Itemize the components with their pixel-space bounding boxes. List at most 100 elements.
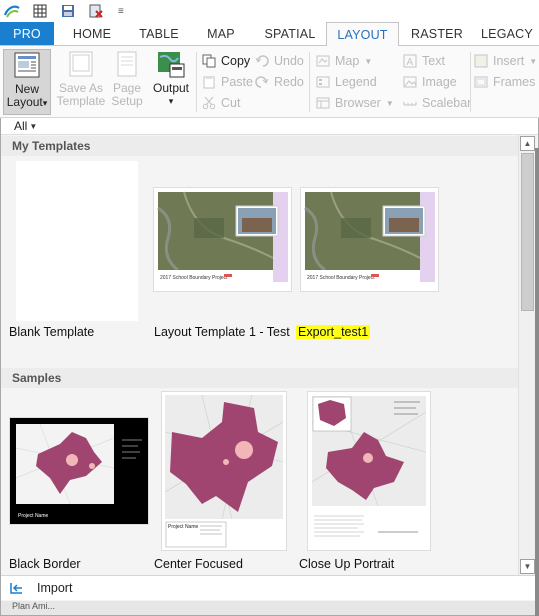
scissors-icon (202, 96, 216, 110)
ribbon-tabs: PRO HOME TABLE MAP SPATIAL LAYOUT RASTER… (0, 22, 539, 47)
template-label-highlighted[interactable]: Export_test1 (296, 325, 371, 339)
import-icon (10, 583, 22, 594)
thumbnail-footer-text: 2017 School Boundary Project (307, 275, 375, 281)
blank-template-thumbnail[interactable] (16, 161, 138, 321)
insert-icon (474, 54, 488, 68)
browser-label: Browser (335, 96, 381, 110)
export-test1-thumbnail[interactable]: 2017 School Boundary Project (300, 187, 439, 292)
scrollbar-thumb[interactable] (521, 153, 534, 311)
page-setup-icon (117, 51, 137, 77)
output-label: Output (152, 81, 190, 95)
save-icon[interactable] (60, 3, 76, 19)
chevron-down-icon: ▼ (29, 121, 38, 131)
frames-menu-button[interactable]: Frames▼ (474, 73, 539, 91)
search-highlight: Export_test1 (296, 325, 371, 339)
map-frame-icon (316, 55, 330, 67)
import-label: Import (37, 581, 73, 595)
tab-raster[interactable]: RASTER (399, 22, 475, 45)
layout-preview-image: 2017 School Boundary Project (154, 188, 291, 291)
chevron-down-icon: ▾ (42, 98, 48, 108)
tab-layout[interactable]: LAYOUT (326, 22, 399, 47)
layout-template-1-thumbnail[interactable]: 2017 School Boundary Project (153, 187, 292, 292)
undo-icon (255, 55, 269, 67)
copy-icon (202, 54, 216, 68)
redo-icon (255, 76, 269, 88)
cut-label: Cut (221, 96, 241, 110)
scroll-up-icon[interactable]: ▲ (520, 136, 535, 151)
chevron-down-icon: ▼ (364, 56, 373, 66)
layout-preview-image: Project Name (10, 418, 148, 524)
template-icon (69, 51, 93, 77)
customize-toolbar-icon[interactable]: ≡ (118, 6, 124, 17)
template-filter-dropdown[interactable]: All ▼ (1, 118, 538, 135)
text-label: Text (422, 54, 445, 68)
tab-pro[interactable]: PRO (0, 22, 54, 45)
app-logo-icon[interactable] (4, 3, 20, 19)
import-button[interactable]: Import (1, 575, 538, 600)
thumbnail-caption: Project Name (18, 513, 49, 519)
black-border-thumbnail[interactable]: Project Name (9, 417, 149, 525)
insert-image-button[interactable]: Image (403, 73, 457, 91)
ribbon-separator (309, 52, 310, 112)
legend-label: Legend (335, 75, 377, 89)
insert-scalebar-button[interactable]: Scalebar (403, 94, 471, 112)
redo-button[interactable]: Redo (255, 73, 304, 91)
cut-button[interactable]: Cut (202, 94, 240, 112)
legend-icon (316, 76, 330, 88)
ribbon-separator (196, 52, 197, 112)
tab-map[interactable]: MAP (188, 22, 254, 45)
insert-map-button[interactable]: Map ▼ (316, 52, 372, 70)
redo-label: Redo (274, 75, 304, 89)
page-setup-button[interactable]: Page Setup (108, 49, 146, 115)
output-map-icon (158, 52, 185, 78)
gallery-scrollbar[interactable]: ▲ ▼ (518, 135, 536, 575)
insert-label: Insert (493, 54, 525, 68)
background-map-edge (535, 148, 539, 616)
layout-preview-image: 2017 School Boundary Project (301, 188, 438, 291)
quick-access-toolbar: ≡ (0, 0, 539, 22)
layout-preview-image: Project Name (162, 392, 286, 550)
grid-icon[interactable] (32, 3, 48, 19)
copy-button[interactable]: Copy (202, 52, 250, 70)
template-label[interactable]: Layout Template 1 - Test (154, 325, 290, 339)
undo-button[interactable]: Undo (255, 52, 304, 70)
samples-heading: Samples (1, 368, 518, 388)
close-up-portrait-thumbnail[interactable] (307, 391, 431, 551)
new-layout-button[interactable]: New Layout▾ (3, 49, 51, 115)
insert-menu-button[interactable]: Insert ▼ (474, 52, 537, 70)
insert-browser-button[interactable]: Browser ▼ (316, 94, 394, 112)
frames-icon (474, 76, 488, 88)
tab-spatial[interactable]: SPATIAL (254, 22, 326, 45)
layout-preview-image (308, 392, 430, 550)
scroll-down-icon[interactable]: ▼ (520, 559, 535, 574)
insert-legend-button[interactable]: Legend (316, 73, 377, 91)
template-label[interactable]: Blank Template (9, 325, 94, 339)
save-as-template-button[interactable]: Save As Template (55, 49, 107, 115)
template-label[interactable]: Black Border (9, 557, 81, 571)
page-setup-label-2: Setup (111, 94, 143, 108)
chevron-down-icon: ▾ (168, 96, 174, 106)
template-label[interactable]: Close Up Portrait (299, 557, 394, 571)
insert-text-button[interactable]: A Text (403, 52, 445, 70)
tab-home[interactable]: HOME (54, 22, 130, 45)
scalebar-label: Scalebar (422, 96, 472, 110)
chevron-down-icon: ▼ (529, 56, 538, 66)
close-project-icon[interactable] (88, 3, 104, 19)
map-label: Map (335, 54, 360, 68)
paste-button[interactable]: Paste (202, 73, 253, 91)
filter-value: All (14, 119, 28, 133)
background-pane-text: Plan Ami... (12, 601, 56, 611)
browser-icon (316, 97, 330, 109)
new-layout-gallery: All ▼ My Templates Blank Template 2017 S… (0, 118, 539, 616)
svg-text:A: A (407, 57, 414, 68)
scalebar-icon (403, 102, 417, 106)
template-label[interactable]: Center Focused (154, 557, 243, 571)
tab-table[interactable]: TABLE (130, 22, 188, 45)
output-button[interactable]: Output ▾ (149, 49, 193, 115)
copy-label: Copy (221, 54, 251, 68)
center-focused-thumbnail[interactable]: Project Name (161, 391, 287, 551)
ribbon-separator (470, 52, 471, 112)
save-as-label-2: Template (56, 94, 106, 108)
tab-legacy[interactable]: LEGACY (475, 22, 539, 45)
template-list: My Templates Blank Template 2017 School … (1, 135, 518, 575)
